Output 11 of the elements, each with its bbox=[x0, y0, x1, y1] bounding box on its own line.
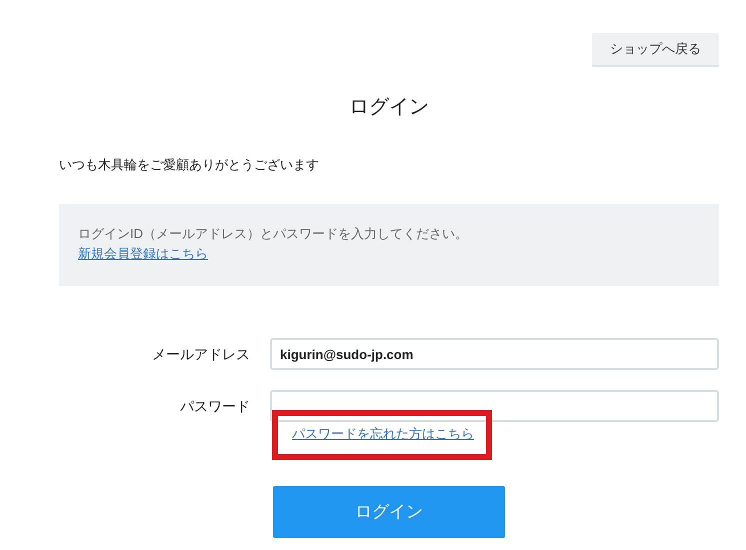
notice-text: ログインID（メールアドレス）とパスワードを入力してください。 bbox=[78, 225, 469, 243]
password-field[interactable] bbox=[270, 390, 719, 422]
page-title: ログイン bbox=[348, 94, 430, 118]
email-field[interactable]: kigurin@sudo-jp.com bbox=[270, 338, 719, 370]
greeting-text: いつも木具輪をご愛顧ありがとうございます bbox=[59, 156, 320, 174]
register-link[interactable]: 新規会員登録はこちら bbox=[78, 246, 208, 260]
back-to-shop-button[interactable]: ショップへ戻る bbox=[592, 33, 719, 66]
login-button[interactable]: ログイン bbox=[273, 486, 505, 538]
field-label: パスワード bbox=[179, 396, 251, 416]
field-label: メールアドレス bbox=[151, 344, 251, 364]
forgot-password-link[interactable]: パスワードを忘れた方はこちら bbox=[292, 426, 474, 441]
